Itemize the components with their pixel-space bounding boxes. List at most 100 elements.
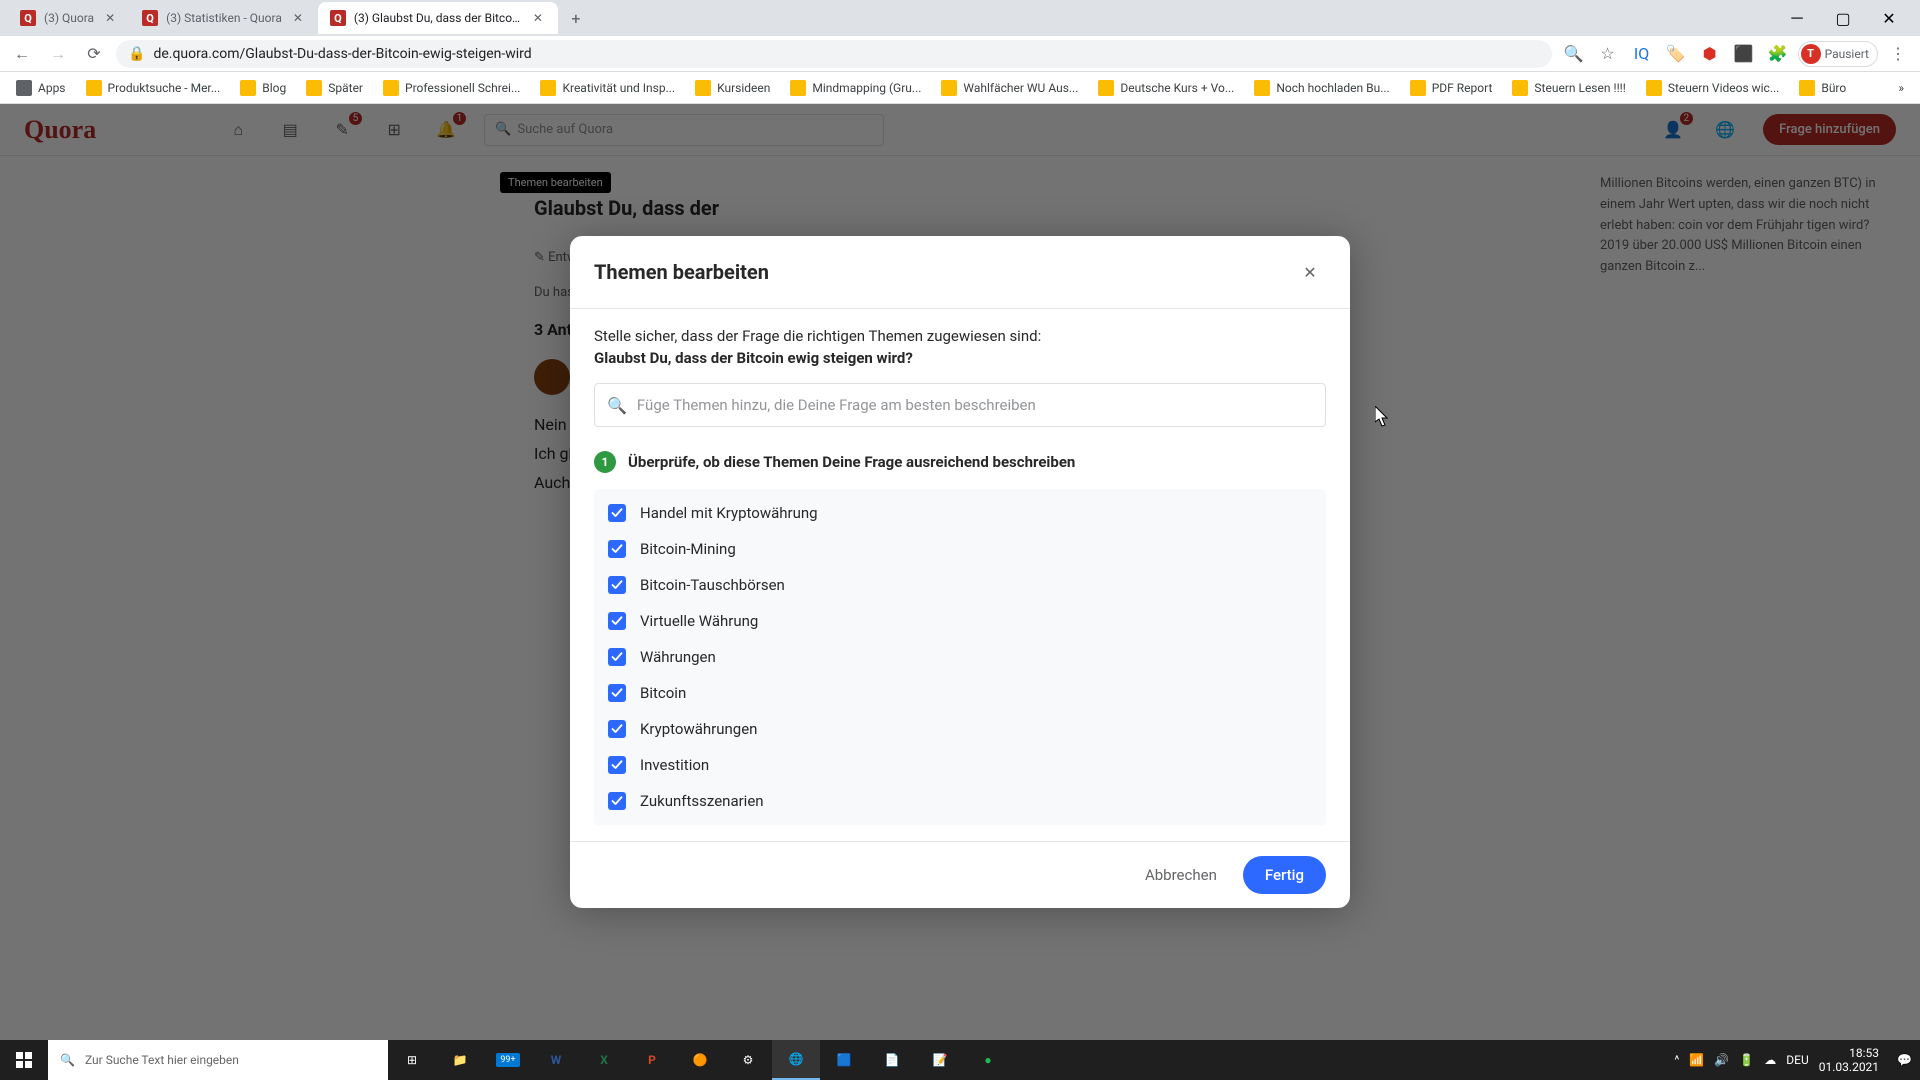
checkbox-checked[interactable] <box>608 576 626 594</box>
close-window-button[interactable]: ✕ <box>1866 2 1912 34</box>
chrome-app[interactable]: 🌐 <box>772 1040 820 1080</box>
taskbar-search[interactable]: 🔍 Zur Suche Text hier eingeben <box>48 1040 388 1080</box>
bookmark-item[interactable]: Blog <box>232 76 294 100</box>
extension-icon[interactable]: 🏷️ <box>1662 40 1690 68</box>
cancel-button[interactable]: Abbrechen <box>1131 858 1231 892</box>
done-button[interactable]: Fertig <box>1243 856 1326 894</box>
bookmark-item[interactable]: PDF Report <box>1402 76 1501 100</box>
modal-body: Stelle sicher, dass der Frage die richti… <box>570 308 1350 841</box>
app-icon[interactable]: 99+ <box>484 1040 532 1080</box>
topic-row[interactable]: Kryptowährungen <box>594 711 1326 747</box>
topic-label: Handel mit Kryptowährung <box>640 504 818 522</box>
checkbox-checked[interactable] <box>608 648 626 666</box>
battery-icon[interactable]: 🔋 <box>1739 1053 1754 1067</box>
bookmark-item[interactable]: Mindmapping (Gru... <box>782 76 929 100</box>
bookmark-item[interactable]: Noch hochladen Bu... <box>1246 76 1397 100</box>
app-icon[interactable]: 📄 <box>868 1040 916 1080</box>
bookmark-item[interactable]: Steuern Videos wic... <box>1638 76 1787 100</box>
bookmark-label: Steuern Lesen !!!! <box>1534 81 1625 95</box>
notifications-icon[interactable]: 💬 <box>1897 1053 1912 1067</box>
topic-row[interactable]: Virtuelle Währung <box>594 603 1326 639</box>
onedrive-icon[interactable]: ☁ <box>1764 1053 1776 1067</box>
star-icon[interactable]: ☆ <box>1594 40 1622 68</box>
edge-app[interactable]: 🟦 <box>820 1040 868 1080</box>
topic-row[interactable]: Bitcoin <box>594 675 1326 711</box>
forward-button[interactable]: → <box>44 40 72 68</box>
bookmark-item[interactable]: Deutsche Kurs + Vo... <box>1090 76 1242 100</box>
extensions-button[interactable]: 🧩 <box>1764 40 1792 68</box>
network-icon[interactable]: 📶 <box>1689 1053 1704 1067</box>
bookmark-item[interactable]: Wahlfächer WU Aus... <box>933 76 1086 100</box>
url-input[interactable]: 🔒 de.quora.com/Glaubst-Du-dass-der-Bitco… <box>116 40 1552 68</box>
close-icon[interactable]: ✕ <box>530 10 546 26</box>
word-app[interactable]: W <box>532 1040 580 1080</box>
extension-icon[interactable]: IQ <box>1628 40 1656 68</box>
topic-row[interactable]: Bitcoin-Tauschbörsen <box>594 567 1326 603</box>
date-text: 01.03.2021 <box>1819 1060 1879 1074</box>
extension-icon[interactable]: ⬢ <box>1696 40 1724 68</box>
bookmark-item[interactable]: Produktsuche - Mer... <box>78 76 229 100</box>
maximize-button[interactable]: ▢ <box>1820 2 1866 34</box>
reload-button[interactable]: ⟳ <box>80 40 108 68</box>
browser-tab[interactable]: Q (3) Statistiken - Quora ✕ <box>130 2 318 34</box>
checkbox-checked[interactable] <box>608 792 626 810</box>
close-modal-button[interactable]: ✕ <box>1294 256 1326 288</box>
topic-list: Handel mit KryptowährungBitcoin-MiningBi… <box>594 489 1326 825</box>
menu-icon[interactable]: ⋮ <box>1884 40 1912 68</box>
obs-app[interactable]: ⚙ <box>724 1040 772 1080</box>
tray-chevron-icon[interactable]: ^ <box>1674 1053 1679 1067</box>
minimize-button[interactable]: ─ <box>1774 2 1820 34</box>
app-icon[interactable]: 📝 <box>916 1040 964 1080</box>
new-tab-button[interactable]: + <box>562 4 590 32</box>
extension-icon[interactable]: ⬛ <box>1730 40 1758 68</box>
checkbox-checked[interactable] <box>608 756 626 774</box>
close-icon[interactable]: ✕ <box>102 10 118 26</box>
address-bar: ← → ⟳ 🔒 de.quora.com/Glaubst-Du-dass-der… <box>0 36 1920 72</box>
back-button[interactable]: ← <box>8 40 36 68</box>
topic-label: Investition <box>640 756 709 774</box>
checkbox-checked[interactable] <box>608 504 626 522</box>
tab-title: (3) Glaubst Du, dass der Bitcoin e <box>354 11 522 25</box>
topic-row[interactable]: Währungen <box>594 639 1326 675</box>
modal-question: Glaubst Du, dass der Bitcoin ewig steige… <box>594 349 1326 367</box>
zoom-icon[interactable]: 🔍 <box>1560 40 1588 68</box>
browser-tab[interactable]: Q (3) Quora ✕ <box>8 2 130 34</box>
profile-status: Pausiert <box>1825 47 1869 61</box>
explorer-app[interactable]: 📁 <box>436 1040 484 1080</box>
browser-tab-active[interactable]: Q (3) Glaubst Du, dass der Bitcoin e ✕ <box>318 2 558 34</box>
check-header: 1 Überprüfe, ob diese Themen Deine Frage… <box>594 451 1326 473</box>
clock[interactable]: 18:53 01.03.2021 <box>1819 1046 1887 1075</box>
close-icon[interactable]: ✕ <box>290 10 306 26</box>
bookmark-item[interactable]: Kursideen <box>687 76 778 100</box>
checkbox-checked[interactable] <box>608 684 626 702</box>
language-indicator[interactable]: DEU <box>1786 1053 1808 1067</box>
start-button[interactable] <box>0 1040 48 1080</box>
checkbox-checked[interactable] <box>608 540 626 558</box>
volume-icon[interactable]: 🔊 <box>1714 1053 1729 1067</box>
bookmarks-overflow[interactable]: » <box>1890 77 1912 99</box>
checkbox-checked[interactable] <box>608 612 626 630</box>
bookmark-item[interactable]: Steuern Lesen !!!! <box>1504 76 1633 100</box>
folder-icon <box>1254 80 1270 96</box>
topic-row[interactable]: Zukunftsszenarien <box>594 783 1326 819</box>
bookmark-item[interactable]: Professionell Schrei... <box>375 76 528 100</box>
topic-row[interactable]: Bitcoin-Mining <box>594 531 1326 567</box>
powerpoint-app[interactable]: P <box>628 1040 676 1080</box>
bookmark-item[interactable]: Später <box>298 76 371 100</box>
topic-row[interactable]: Handel mit Kryptowährung <box>594 495 1326 531</box>
topic-search-input[interactable] <box>637 396 1313 414</box>
task-view-button[interactable]: ⊞ <box>388 1040 436 1080</box>
bookmark-item[interactable]: Büro <box>1791 76 1854 100</box>
tab-title: (3) Quora <box>44 11 94 25</box>
bookmark-label: Büro <box>1821 81 1846 95</box>
topic-search-field[interactable]: 🔍 <box>594 383 1326 427</box>
checkbox-checked[interactable] <box>608 720 626 738</box>
bookmark-item[interactable]: Apps <box>8 76 74 100</box>
excel-app[interactable]: X <box>580 1040 628 1080</box>
bookmark-item[interactable]: Kreativität und Insp... <box>532 76 683 100</box>
spotify-app[interactable]: ● <box>964 1040 1012 1080</box>
app-icon[interactable]: 🟠 <box>676 1040 724 1080</box>
search-placeholder: Zur Suche Text hier eingeben <box>85 1053 239 1067</box>
profile-chip[interactable]: T Pausiert <box>1798 41 1878 67</box>
topic-row[interactable]: Investition <box>594 747 1326 783</box>
